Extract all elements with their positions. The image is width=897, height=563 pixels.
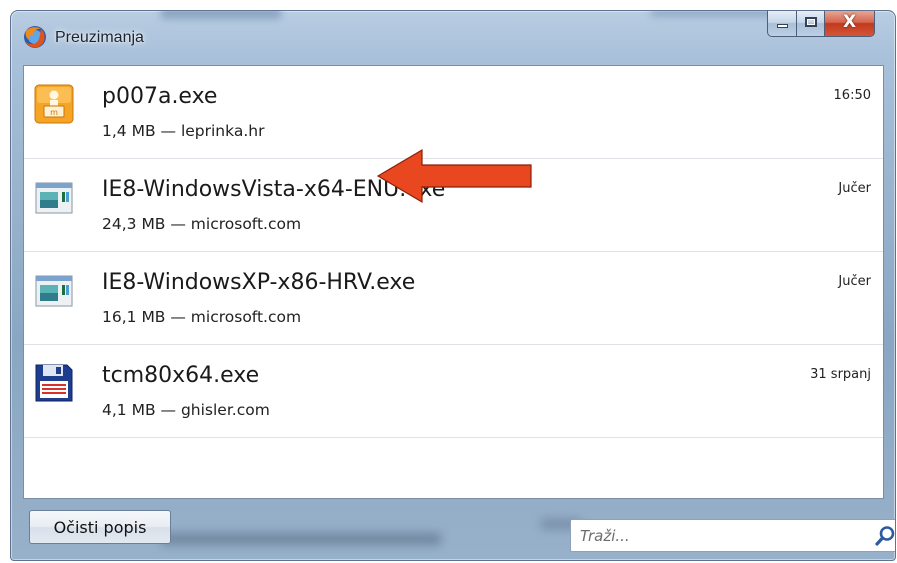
download-size-source: 1,4 MB — leprinka.hr (102, 122, 265, 140)
application-window-icon (35, 182, 73, 214)
search-icon[interactable] (874, 525, 896, 547)
maximize-button[interactable] (797, 11, 825, 37)
title-bar[interactable]: Preuzimanja X (11, 11, 895, 59)
red-arrow-annotation (376, 148, 532, 204)
download-size-source: 24,3 MB — microsoft.com (102, 215, 302, 233)
window-title: Preuzimanja (55, 29, 144, 46)
minimize-button[interactable] (767, 11, 797, 37)
download-size-source: 4,1 MB — ghisler.com (102, 401, 270, 419)
clear-list-label: Očisti popis (53, 517, 147, 537)
close-icon: X (842, 12, 857, 32)
downloads-window: Preuzimanja X m p007a.exe 1,4 MB — lepri… (10, 10, 896, 561)
download-time: 16:50 (833, 88, 871, 103)
download-item[interactable]: tcm80x64.exe 4,1 MB — ghisler.com 31 srp… (24, 345, 883, 438)
search-input[interactable] (571, 520, 867, 551)
floppy-disk-icon (35, 364, 73, 402)
downloads-list[interactable]: m p007a.exe 1,4 MB — leprinka.hr 16:50 I… (23, 65, 884, 499)
download-time: Jučer (838, 274, 871, 289)
svg-text:m: m (50, 108, 58, 117)
firefox-icon (24, 26, 46, 48)
download-size-source: 16,1 MB — microsoft.com (102, 308, 302, 326)
caption-buttons: X (767, 11, 875, 41)
close-button[interactable]: X (825, 11, 875, 37)
download-time: Jučer (838, 181, 871, 196)
download-item[interactable]: IE8-WindowsXP-x86-HRV.exe 16,1 MB — micr… (24, 252, 883, 345)
installer-package-icon: m (34, 84, 74, 124)
background-blur (161, 533, 441, 545)
application-window-icon (35, 275, 73, 307)
clear-list-button[interactable]: Očisti popis (29, 510, 171, 544)
maximize-icon (805, 17, 817, 27)
download-filename: tcm80x64.exe (102, 363, 260, 388)
download-filename: IE8-WindowsXP-x86-HRV.exe (102, 270, 416, 295)
download-time: 31 srpanj (810, 367, 871, 382)
download-filename: p007a.exe (102, 84, 218, 109)
search-box[interactable] (570, 519, 896, 552)
minimize-icon (777, 24, 788, 28)
